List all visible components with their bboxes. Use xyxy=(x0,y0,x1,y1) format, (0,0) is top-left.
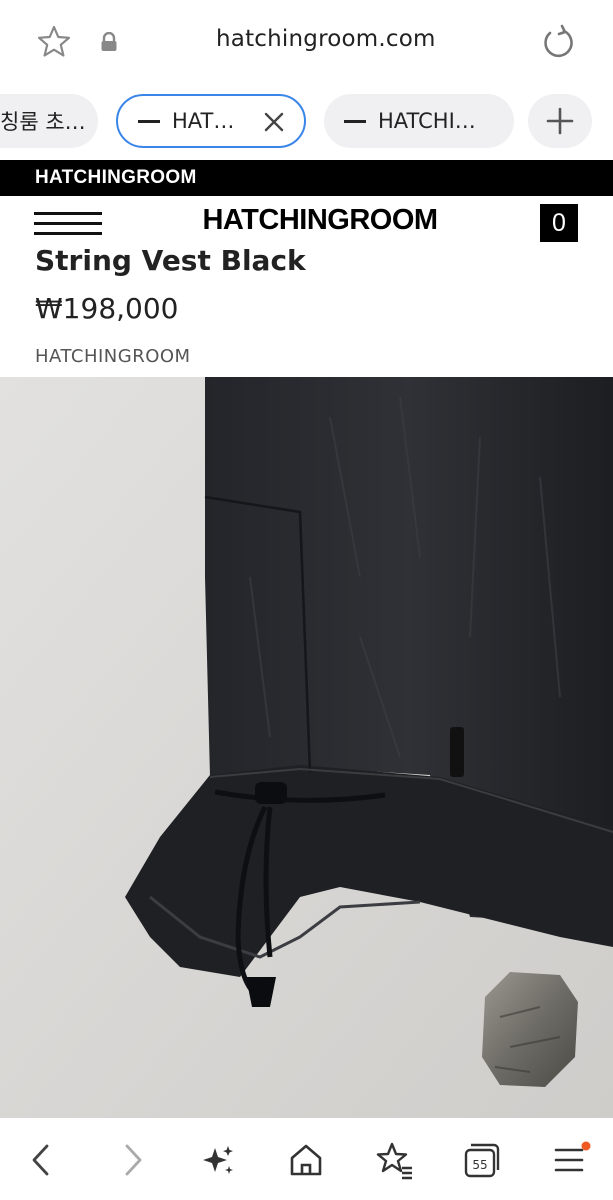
product-title: String Vest Black xyxy=(35,244,306,277)
plus-icon xyxy=(546,107,574,135)
lock-icon xyxy=(100,31,118,52)
notification-dot xyxy=(581,1141,591,1151)
address-bar[interactable]: hatchingroom.com xyxy=(130,26,530,52)
tab-item[interactable]: 칭룸 초… xyxy=(0,94,98,148)
favicon-dash xyxy=(138,119,160,123)
tab-label: HATCHI… xyxy=(378,109,476,133)
tab-item-active[interactable]: HAT… xyxy=(116,94,306,148)
close-icon[interactable] xyxy=(262,110,286,134)
brand-announcement-bar[interactable]: HATCHINGROOM xyxy=(0,160,613,196)
site-logo[interactable]: HATCHINGROOM xyxy=(150,204,490,237)
hamburger-icon[interactable] xyxy=(34,212,102,236)
product-vendor[interactable]: HATCHINGROOM xyxy=(35,346,191,367)
tab-label: HAT… xyxy=(172,109,235,133)
tabs-icon[interactable]: 55 xyxy=(460,1138,504,1182)
home-icon[interactable] xyxy=(284,1138,328,1182)
tab-strip: 칭룸 초… HAT… HATCHI… xyxy=(0,84,613,156)
new-tab-button[interactable] xyxy=(528,94,592,148)
star-icon[interactable] xyxy=(36,24,72,60)
chevron-left-icon[interactable] xyxy=(20,1138,64,1182)
product-price: ₩198,000 xyxy=(35,292,179,325)
browser-top-bar: hatchingroom.com xyxy=(0,0,613,84)
sparkle-icon[interactable] xyxy=(197,1138,241,1182)
star-list-icon[interactable] xyxy=(372,1138,416,1182)
favicon-dash xyxy=(344,119,366,123)
cart-count-button[interactable]: 0 xyxy=(540,204,578,242)
browser-bottom-nav: 55 xyxy=(0,1118,613,1200)
tab-label: 칭룸 초… xyxy=(0,110,86,134)
chevron-right-icon[interactable] xyxy=(110,1138,154,1182)
tab-count: 55 xyxy=(472,1158,487,1172)
tab-item[interactable]: HATCHI… xyxy=(324,94,514,148)
reload-icon[interactable] xyxy=(540,24,576,60)
menu-icon[interactable] xyxy=(548,1138,592,1182)
product-image[interactable] xyxy=(0,377,613,1118)
